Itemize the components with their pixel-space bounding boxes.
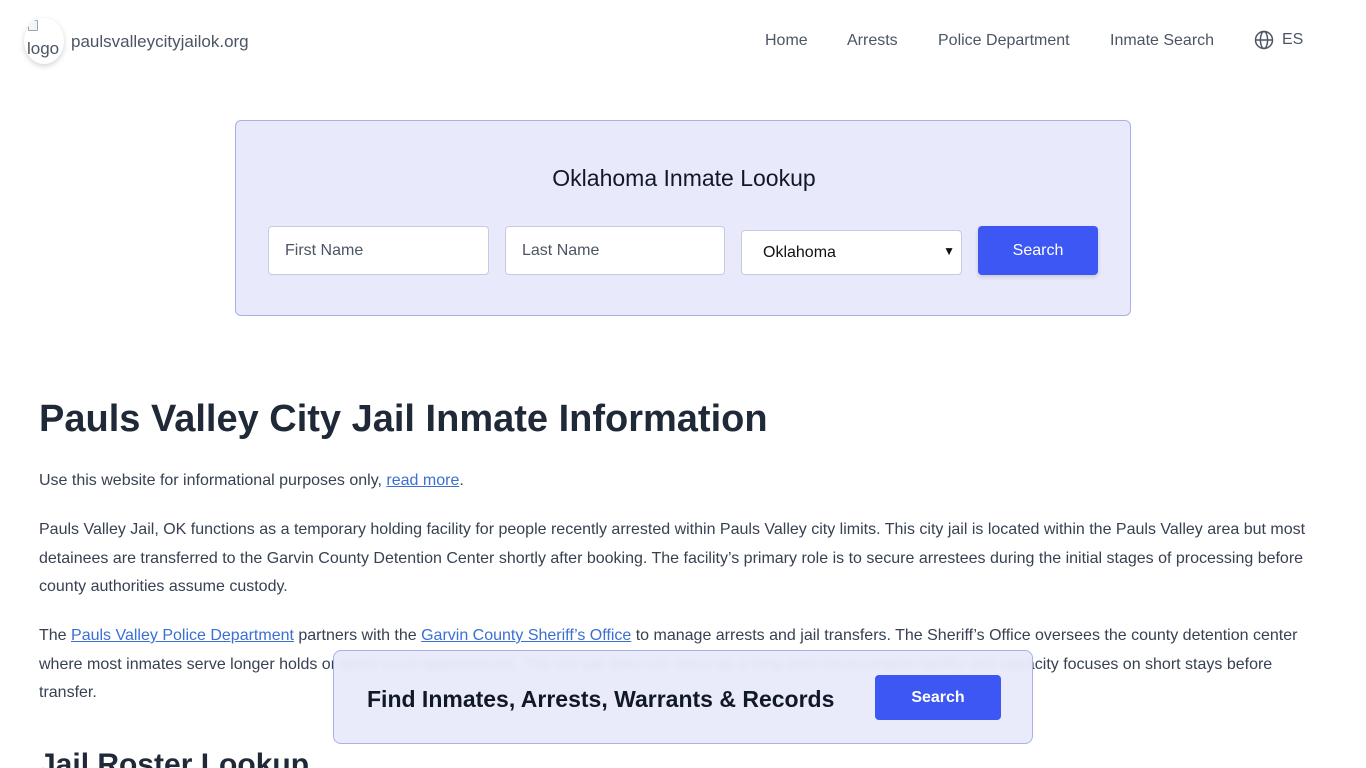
disclaimer-end: . [459,472,464,489]
last-name-input[interactable] [505,226,725,275]
page-title: Pauls Valley City Jail Inmate Informatio… [39,398,768,440]
main-nav: Home Arrests Police Department Inmate Se… [0,32,1366,54]
first-name-input[interactable] [268,226,489,275]
nav-home[interactable]: Home [765,32,808,50]
nav-arrests[interactable]: Arrests [847,32,898,50]
police-department-link[interactable]: Pauls Valley Police Department [71,627,294,644]
broken-image-icon [28,20,38,31]
banner-search-button[interactable]: Search [875,675,1001,720]
disclaimer-text: Use this website for informational purpo… [39,472,387,489]
nav-inmate-search[interactable]: Inmate Search [1110,32,1214,50]
partners-text-a: The [39,627,72,644]
state-select-value: Oklahoma [763,244,836,261]
search-title: Oklahoma Inmate Lookup [552,165,816,191]
state-select[interactable]: Oklahoma ▼ [741,230,962,275]
language-switcher[interactable]: ES [1254,30,1303,50]
intro-paragraph: Pauls Valley Jail, OK functions as a tem… [39,521,1306,595]
search-button[interactable]: Search [978,226,1098,275]
section-title-roster: Jail Roster Lookup [39,748,310,768]
floating-search-banner: Find Inmates, Arrests, Warrants & Record… [333,650,1033,744]
banner-text: Find Inmates, Arrests, Warrants & Record… [367,686,835,712]
nav-police-department[interactable]: Police Department [938,32,1070,50]
disclaimer-paragraph: Use this website for informational purpo… [39,467,1329,496]
site-header: logo paulsvalleycityjailok.org Home Arre… [0,0,1366,84]
chevron-down-icon: ▼ [943,244,955,258]
partners-text-b: partners with the [293,627,422,644]
globe-icon [1254,30,1274,50]
inmate-search-card: Oklahoma Inmate Lookup Oklahoma ▼ Search [235,120,1131,316]
sheriff-office-link[interactable]: Garvin County Sheriff’s Office [421,627,631,644]
read-more-link[interactable]: read more [386,472,459,489]
language-label: ES [1282,31,1304,48]
